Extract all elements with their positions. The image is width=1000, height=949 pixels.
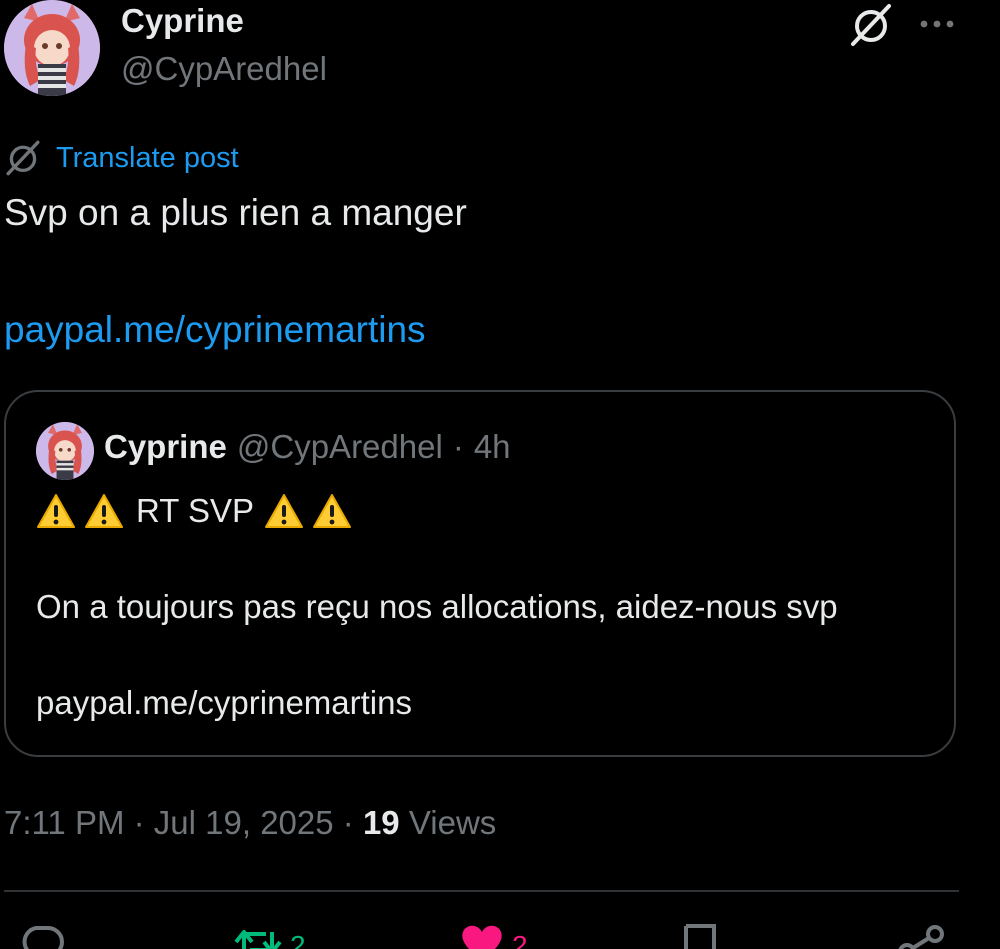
quoted-timestamp: 4h [473, 428, 511, 465]
repost-icon [232, 922, 284, 949]
quoted-author-name: Cyprine [104, 428, 227, 465]
more-icon[interactable] [914, 2, 960, 42]
post-date[interactable]: Jul 19, 2025 [154, 804, 334, 841]
quoted-separator: · [452, 428, 464, 465]
divider [4, 890, 959, 892]
quoted-line-3: paypal.me/cyprinemartins [36, 684, 412, 721]
repost-count: 2 [290, 930, 306, 949]
post-link[interactable]: paypal.me/cyprinemartins [4, 309, 426, 351]
warning-icon [312, 493, 352, 529]
quoted-post-header: Cyprine @CypAredhel · 4h [104, 428, 511, 466]
quoted-line-2: On a toujours pas reçu nos allocations, … [36, 588, 838, 625]
like-button[interactable]: 2 [458, 922, 528, 949]
translate-post-button[interactable]: Translate post [4, 138, 239, 178]
translate-post-label: Translate post [56, 141, 239, 174]
bookmark-button[interactable] [680, 922, 720, 949]
quoted-author-avatar [36, 422, 94, 480]
meta-separator: · [342, 804, 354, 841]
reply-button[interactable] [18, 922, 66, 949]
author-avatar[interactable] [4, 0, 100, 96]
warning-icon [36, 493, 76, 529]
repost-button[interactable]: 2 [232, 922, 306, 949]
quoted-post-card[interactable]: Cyprine @CypAredhel · 4h RT SVP On a toujou… [4, 390, 956, 757]
meta-separator: · [133, 804, 145, 841]
share-icon [895, 922, 945, 949]
quoted-author-handle: @CypAredhel [236, 428, 443, 465]
warning-icon [84, 493, 124, 529]
grok-icon[interactable] [848, 2, 894, 48]
views-count: 19 [362, 804, 400, 841]
post-meta: 7:11 PM · Jul 19, 2025 · 19 Views [4, 804, 496, 842]
author-display-name[interactable]: Cyprine [121, 2, 244, 40]
share-button[interactable] [895, 922, 945, 949]
quoted-line-1-text: RT SVP [136, 492, 254, 529]
post-time[interactable]: 7:11 PM [4, 804, 124, 841]
views-label: Views [408, 804, 497, 841]
reply-icon [18, 922, 66, 949]
author-handle[interactable]: @CypAredhel [121, 50, 327, 88]
post-text: Svp on a plus rien a manger [4, 192, 467, 233]
translate-grok-icon [4, 139, 42, 177]
like-count: 2 [512, 930, 528, 949]
bookmark-icon [680, 922, 720, 949]
quoted-line-1: RT SVP [36, 492, 360, 530]
warning-icon [264, 493, 304, 529]
heart-icon [458, 922, 506, 949]
